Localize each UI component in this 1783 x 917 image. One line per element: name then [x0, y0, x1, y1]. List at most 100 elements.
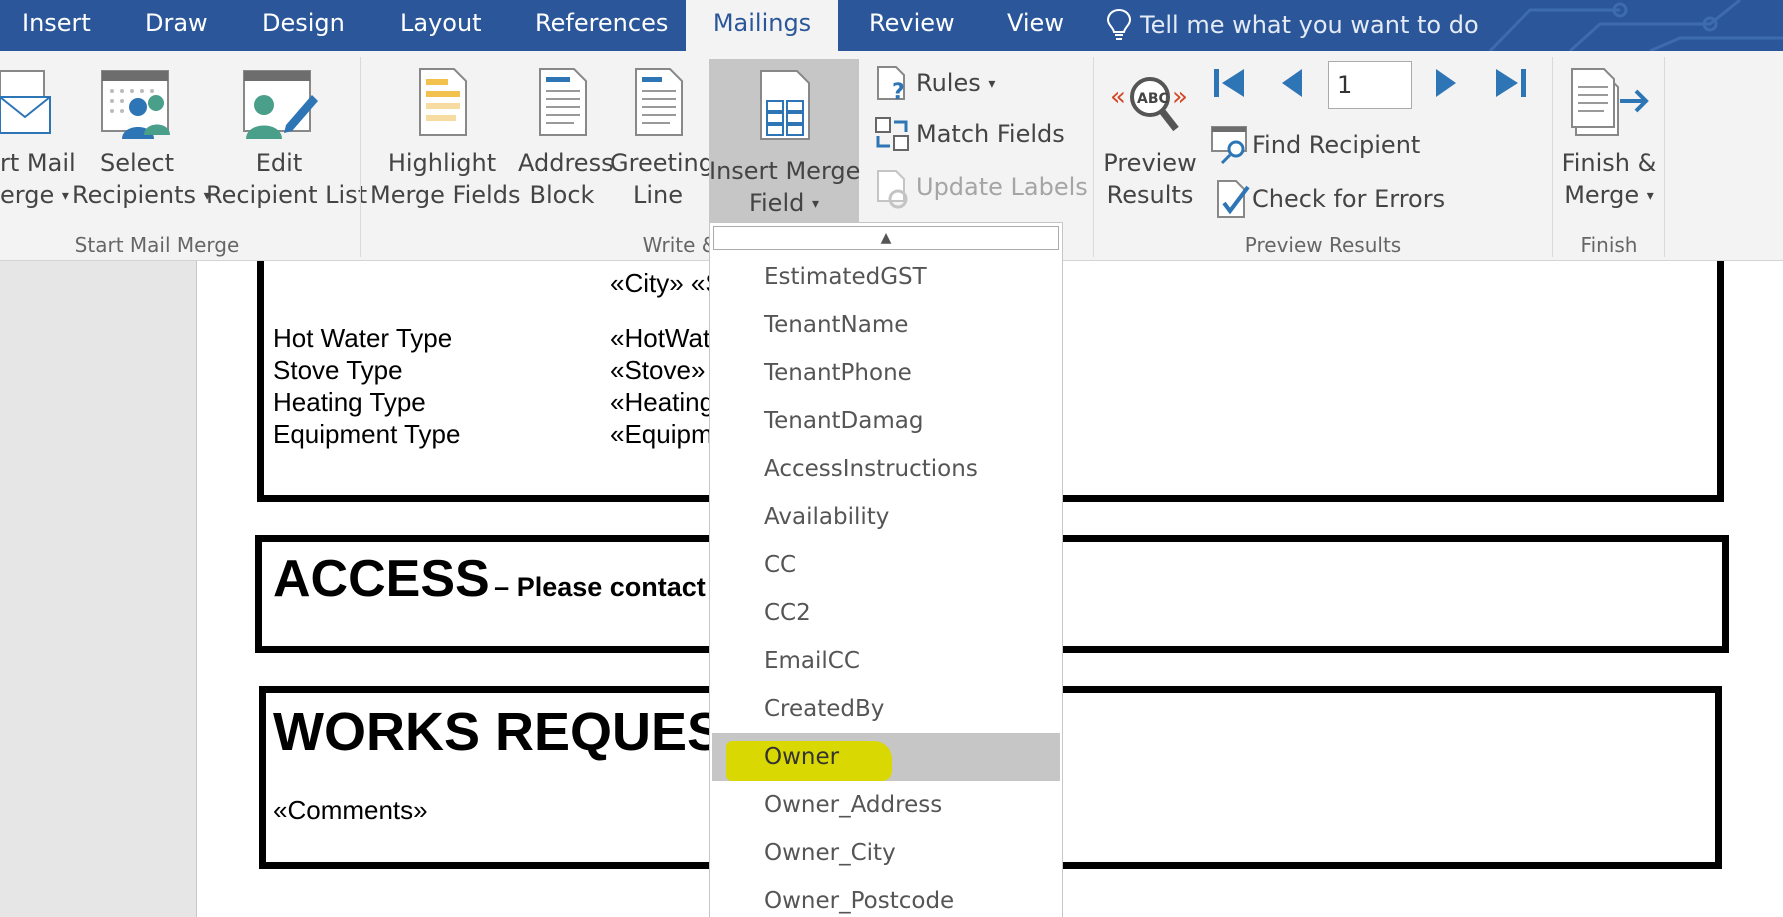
- edit-recipient-list-button[interactable]: Edit Recipient List: [206, 61, 368, 221]
- merge-field-item[interactable]: Owner_Postcode: [712, 877, 1060, 917]
- update-labels-icon: [877, 170, 908, 209]
- check-for-errors-icon: [1217, 180, 1250, 218]
- doc-label-equipment: Equipment Type: [273, 419, 461, 449]
- group-separator: [360, 57, 361, 257]
- merge-field-city: «City» «S: [610, 268, 723, 298]
- envelope-icon: [0, 70, 51, 134]
- address-block-button[interactable]: Address Block: [518, 61, 614, 221]
- select-recipients-label: Select: [99, 149, 175, 177]
- group-separator: [1664, 57, 1665, 257]
- doc-label-heating: Heating Type: [273, 387, 426, 417]
- access-subheading: – Please contact: [494, 572, 706, 602]
- first-record-icon[interactable]: [1212, 65, 1246, 101]
- svg-text:?: ?: [892, 80, 905, 103]
- circuit-decoration-icon: [1488, 0, 1783, 51]
- highlight-merge-fields-icon: [419, 68, 467, 136]
- check-for-errors-label: Check for Errors: [1252, 185, 1446, 213]
- update-labels-label: Update Labels: [916, 173, 1088, 201]
- access-heading-text: ACCESS: [273, 550, 490, 608]
- group-label-finish: Finish: [1580, 233, 1638, 257]
- previous-record-icon[interactable]: [1280, 65, 1304, 101]
- group-separator: [1093, 57, 1094, 257]
- address-block-icon: [539, 68, 587, 136]
- merge-field-item-label: EstimatedGST: [764, 264, 927, 290]
- insert-merge-field-button[interactable]: Insert Merge Field ▾: [709, 59, 861, 223]
- insert-merge-field-label2: Field ▾: [748, 189, 820, 217]
- merge-field-item[interactable]: EmailCC: [712, 637, 1060, 685]
- svg-text:»: »: [1172, 82, 1188, 112]
- select-recipients-button[interactable]: Select Recipients ▾: [72, 61, 211, 221]
- doc-label-hot-water: Hot Water Type: [273, 323, 453, 353]
- merge-field-heating: «Heating: [610, 387, 715, 417]
- address-block-label: Address: [518, 149, 614, 177]
- merge-field-item[interactable]: Owner_City: [712, 829, 1060, 877]
- highlight-merge-fields-button[interactable]: Highlight Merge Fields: [370, 61, 520, 221]
- address-block-label2: Block: [529, 181, 595, 209]
- insert-merge-field-dropdown: ▲ EstimatedGST TenantName TenantPhone Tenan…: [709, 222, 1063, 917]
- insert-merge-field-icon: [760, 70, 810, 140]
- tab-review[interactable]: Review: [869, 0, 955, 51]
- tab-mailings[interactable]: Mailings: [686, 0, 838, 51]
- next-record-icon[interactable]: [1434, 65, 1458, 101]
- select-recipients-label2: Recipients ▾: [72, 181, 211, 209]
- merge-field-item-label: Owner_City: [764, 840, 896, 866]
- merge-field-item-label: Owner_Address: [764, 792, 943, 818]
- record-number-input[interactable]: 1: [1328, 61, 1412, 109]
- merge-field-item[interactable]: Owner_Address: [712, 781, 1060, 829]
- merge-field-item[interactable]: CC: [712, 541, 1060, 589]
- tab-references[interactable]: References: [535, 0, 668, 51]
- ribbon-tab-bar: Insert Draw Design Layout References Mai…: [0, 0, 1783, 51]
- preview-results-label2: Results: [1106, 181, 1194, 209]
- greeting-line-label: Greeting: [610, 149, 714, 177]
- preview-results-button[interactable]: « » ABC Preview Results: [1102, 61, 1198, 221]
- merge-field-comments: «Comments»: [273, 795, 428, 825]
- tell-me-search[interactable]: Tell me what you want to do: [1140, 0, 1479, 51]
- merge-field-item-label: CC: [764, 552, 797, 578]
- tab-design[interactable]: Design: [262, 0, 345, 51]
- merge-field-item-label: Availability: [764, 504, 890, 530]
- svg-text:«: «: [1110, 82, 1126, 112]
- merge-field-item[interactable]: Availability: [712, 493, 1060, 541]
- doc-label-stove: Stove Type: [273, 355, 403, 385]
- find-recipient-icon: [1211, 126, 1247, 165]
- merge-field-item-label: Owner_Postcode: [764, 888, 955, 914]
- last-record-icon[interactable]: [1494, 65, 1528, 101]
- tab-view[interactable]: View: [1007, 0, 1064, 51]
- match-fields-button[interactable]: Match Fields: [874, 114, 1074, 154]
- match-fields-label: Match Fields: [916, 120, 1065, 148]
- find-recipient-label: Find Recipient: [1252, 131, 1421, 159]
- merge-field-item[interactable]: TenantDamag: [712, 397, 1060, 445]
- merge-field-item[interactable]: EstimatedGST: [712, 253, 1060, 301]
- merge-field-item[interactable]: TenantPhone: [712, 349, 1060, 397]
- finish-merge-button[interactable]: Finish & Merge ▾: [1560, 61, 1658, 221]
- scroll-up-button[interactable]: ▲: [713, 226, 1059, 250]
- rules-button[interactable]: ? Rules ▾: [874, 63, 1004, 103]
- merge-field-item[interactable]: TenantName: [712, 301, 1060, 349]
- rules-icon: ?: [877, 66, 905, 103]
- merge-field-item-label: TenantPhone: [764, 360, 912, 386]
- update-labels-button[interactable]: Update Labels: [874, 167, 1088, 209]
- tab-draw[interactable]: Draw: [145, 0, 208, 51]
- merge-field-item[interactable]: AccessInstructions: [712, 445, 1060, 493]
- find-recipient-button[interactable]: Find Recipient: [1210, 123, 1430, 165]
- tab-insert[interactable]: Insert: [22, 0, 91, 51]
- merge-field-item[interactable]: CC2: [712, 589, 1060, 637]
- merge-field-item-label: EmailCC: [764, 648, 860, 674]
- greeting-line-button[interactable]: Greeting Line: [610, 61, 714, 221]
- lightbulb-icon: [1106, 8, 1132, 40]
- greeting-line-icon: [635, 68, 683, 136]
- edit-recipient-list-label2: Recipient List: [206, 181, 368, 209]
- works-request-heading: WORKS REQUES: [273, 702, 724, 762]
- group-label-preview-results: Preview Results: [1244, 233, 1402, 257]
- insert-merge-field-label: Insert Merge: [709, 157, 861, 185]
- svg-text:ABC: ABC: [1137, 91, 1169, 107]
- merge-field-item-label: Owner: [764, 744, 840, 770]
- start-mail-merge-button[interactable]: rt Mail erge ▾: [0, 61, 76, 221]
- finish-merge-label2: Merge ▾: [1564, 181, 1654, 209]
- start-mail-merge-label: rt Mail: [0, 149, 76, 177]
- check-for-errors-button[interactable]: Check for Errors: [1214, 177, 1454, 218]
- merge-field-item[interactable]: Owner: [712, 733, 1060, 781]
- tab-layout[interactable]: Layout: [400, 0, 482, 51]
- merge-field-item[interactable]: CreatedBy: [712, 685, 1060, 733]
- merge-field-item-label: TenantDamag: [764, 408, 924, 434]
